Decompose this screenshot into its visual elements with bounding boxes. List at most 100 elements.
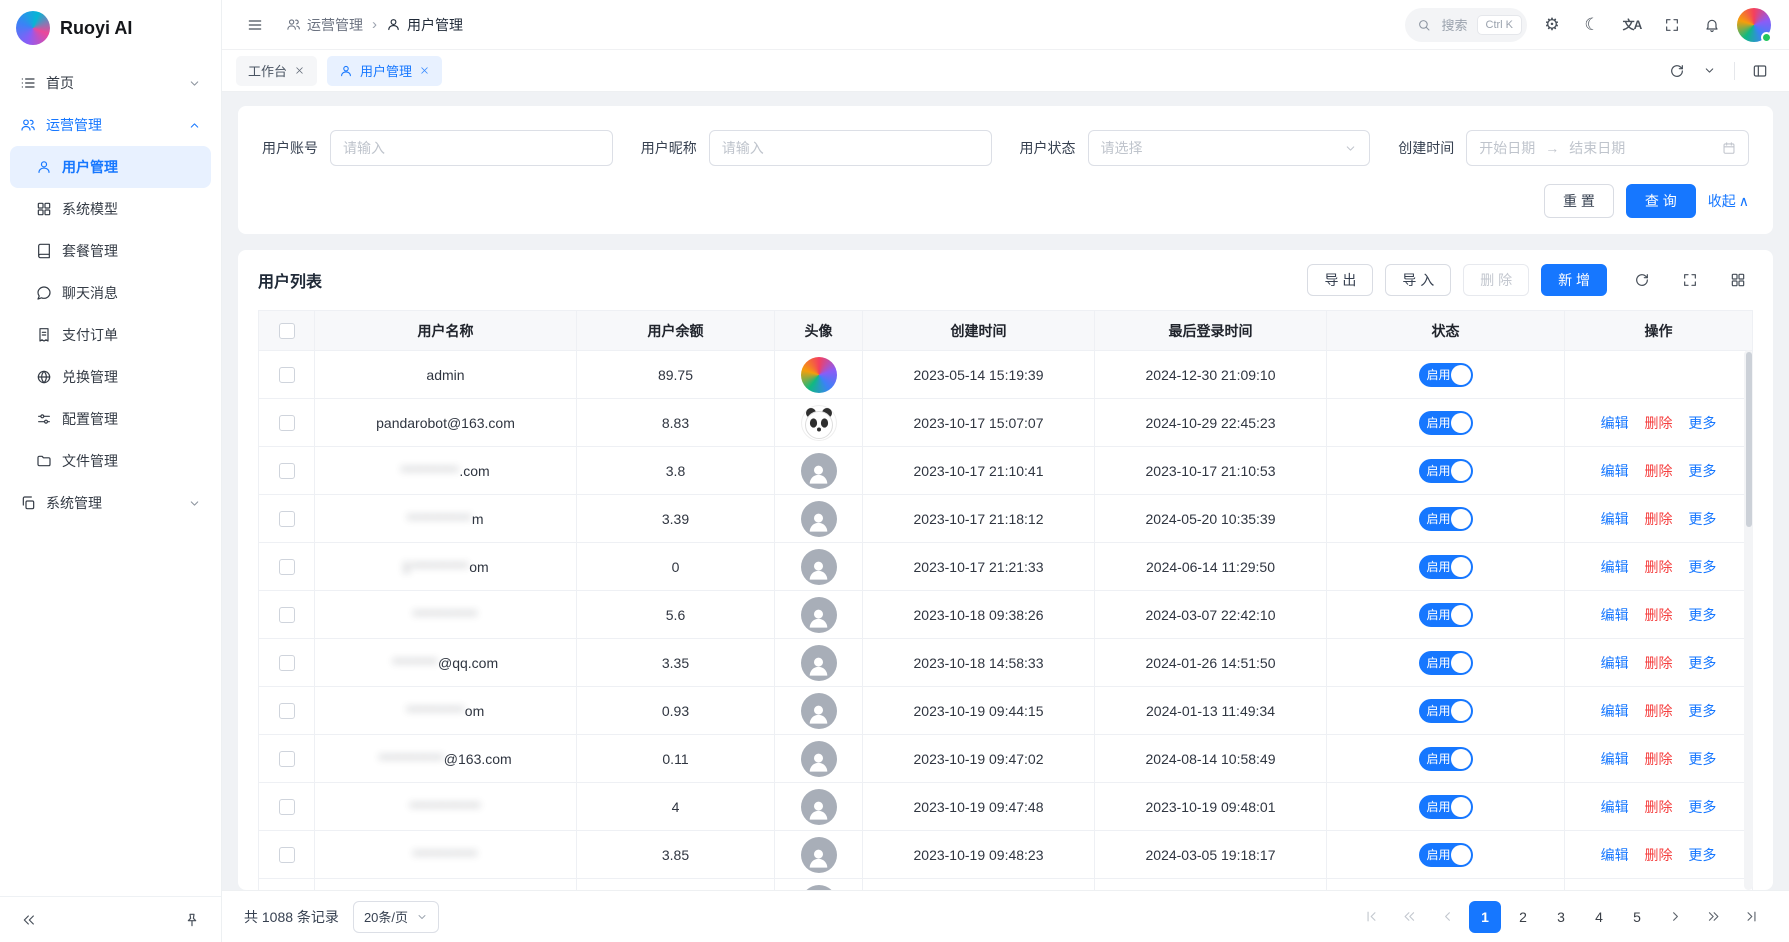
jump-forward-button[interactable]: [1697, 901, 1729, 933]
edit-link[interactable]: 编辑: [1601, 607, 1629, 623]
close-icon[interactable]: [294, 65, 305, 76]
sidebar-item-payment-orders[interactable]: 支付订单: [10, 314, 211, 356]
breadcrumb-item-users[interactable]: 用户管理: [386, 15, 463, 35]
sidebar-item-user-management[interactable]: 用户管理: [10, 146, 211, 188]
sidebar-item-config-management[interactable]: 配置管理: [10, 398, 211, 440]
delete-button[interactable]: 删 除: [1463, 264, 1529, 296]
status-toggle[interactable]: 启用: [1419, 363, 1473, 387]
collapse-filters-link[interactable]: 收起 ∧: [1708, 191, 1749, 211]
edit-link[interactable]: 编辑: [1601, 559, 1629, 575]
refresh-tab-button[interactable]: [1662, 56, 1692, 86]
page-button-4[interactable]: 4: [1583, 901, 1615, 933]
more-link[interactable]: 更多: [1688, 607, 1716, 623]
table-scrollbar[interactable]: [1744, 350, 1753, 890]
row-checkbox[interactable]: [279, 703, 295, 719]
date-range-picker[interactable]: 开始日期 → 结束日期: [1466, 130, 1749, 166]
sidebar-item-system-management[interactable]: 系统管理: [10, 482, 211, 524]
delete-link[interactable]: 删除: [1645, 751, 1673, 767]
status-toggle[interactable]: 启用: [1419, 507, 1473, 531]
export-button[interactable]: 导 出: [1307, 264, 1373, 296]
more-link[interactable]: 更多: [1688, 463, 1716, 479]
theme-toggle-button[interactable]: ☾: [1577, 10, 1607, 40]
status-toggle[interactable]: 启用: [1419, 651, 1473, 675]
reset-button[interactable]: 重 置: [1544, 184, 1614, 218]
page-button-1[interactable]: 1: [1469, 901, 1501, 933]
status-toggle[interactable]: 启用: [1419, 603, 1473, 627]
edit-link[interactable]: 编辑: [1601, 415, 1629, 431]
delete-link[interactable]: 删除: [1645, 847, 1673, 863]
row-checkbox[interactable]: [279, 463, 295, 479]
sidebar-item-operations[interactable]: 运营管理: [10, 104, 211, 146]
row-checkbox[interactable]: [279, 607, 295, 623]
status-toggle[interactable]: 启用: [1419, 699, 1473, 723]
fullscreen-button[interactable]: [1657, 10, 1687, 40]
status-toggle[interactable]: 启用: [1419, 795, 1473, 819]
scrollbar-thumb[interactable]: [1746, 352, 1752, 527]
select-all-checkbox[interactable]: [279, 323, 295, 339]
notifications-button[interactable]: [1697, 10, 1727, 40]
sidebar-item-system-model[interactable]: 系统模型: [10, 188, 211, 230]
page-button-5[interactable]: 5: [1621, 901, 1653, 933]
import-button[interactable]: 导 入: [1385, 264, 1451, 296]
global-search-input[interactable]: 搜索 Ctrl K: [1405, 8, 1527, 42]
language-button[interactable]: 文A: [1617, 10, 1647, 40]
pin-sidebar-button[interactable]: [177, 905, 207, 935]
more-link[interactable]: 更多: [1688, 847, 1716, 863]
delete-link[interactable]: 删除: [1645, 463, 1673, 479]
tab-workbench[interactable]: 工作台: [236, 56, 317, 86]
layout-panel-button[interactable]: [1745, 56, 1775, 86]
refresh-table-button[interactable]: [1627, 265, 1657, 295]
edit-link[interactable]: 编辑: [1601, 655, 1629, 671]
sidebar-item-exchange-management[interactable]: 兑换管理: [10, 356, 211, 398]
prev-page-button[interactable]: [1431, 901, 1463, 933]
delete-link[interactable]: 删除: [1645, 607, 1673, 623]
edit-link[interactable]: 编辑: [1601, 847, 1629, 863]
more-link[interactable]: 更多: [1688, 559, 1716, 575]
more-link[interactable]: 更多: [1688, 511, 1716, 527]
page-size-select[interactable]: 20条/页: [353, 901, 439, 933]
row-checkbox[interactable]: [279, 799, 295, 815]
collapse-sidebar-button[interactable]: [14, 905, 44, 935]
breadcrumb-item-operations[interactable]: 运营管理: [286, 15, 363, 35]
row-checkbox[interactable]: [279, 847, 295, 863]
sidebar-item-package-management[interactable]: 套餐管理: [10, 230, 211, 272]
account-input[interactable]: 请输入: [330, 130, 613, 166]
add-button[interactable]: 新 增: [1541, 264, 1607, 296]
jump-back-button[interactable]: [1393, 901, 1425, 933]
sidebar-item-chat-messages[interactable]: 聊天消息: [10, 272, 211, 314]
more-link[interactable]: 更多: [1688, 415, 1716, 431]
status-toggle[interactable]: 启用: [1419, 555, 1473, 579]
row-checkbox[interactable]: [279, 751, 295, 767]
row-checkbox[interactable]: [279, 559, 295, 575]
page-button-3[interactable]: 3: [1545, 901, 1577, 933]
delete-link[interactable]: 删除: [1645, 415, 1673, 431]
close-icon[interactable]: [419, 65, 430, 76]
user-avatar-menu[interactable]: [1737, 8, 1771, 42]
column-settings-button[interactable]: [1723, 265, 1753, 295]
more-link[interactable]: 更多: [1688, 751, 1716, 767]
tab-user-management[interactable]: 用户管理: [327, 56, 442, 86]
delete-link[interactable]: 删除: [1645, 559, 1673, 575]
nickname-input[interactable]: 请输入: [709, 130, 992, 166]
edit-link[interactable]: 编辑: [1601, 799, 1629, 815]
status-toggle[interactable]: 启用: [1419, 459, 1473, 483]
first-page-button[interactable]: [1355, 901, 1387, 933]
page-button-2[interactable]: 2: [1507, 901, 1539, 933]
tab-options-button[interactable]: [1694, 56, 1724, 86]
last-page-button[interactable]: [1735, 901, 1767, 933]
delete-link[interactable]: 删除: [1645, 511, 1673, 527]
row-checkbox[interactable]: [279, 367, 295, 383]
table-fullscreen-button[interactable]: [1675, 265, 1705, 295]
edit-link[interactable]: 编辑: [1601, 751, 1629, 767]
settings-button[interactable]: ⚙: [1537, 10, 1567, 40]
delete-link[interactable]: 删除: [1645, 655, 1673, 671]
status-toggle[interactable]: 启用: [1419, 747, 1473, 771]
status-toggle[interactable]: 启用: [1419, 411, 1473, 435]
row-checkbox[interactable]: [279, 511, 295, 527]
next-page-button[interactable]: [1659, 901, 1691, 933]
edit-link[interactable]: 编辑: [1601, 463, 1629, 479]
hamburger-menu-button[interactable]: [240, 10, 270, 40]
sidebar-item-file-management[interactable]: 文件管理: [10, 440, 211, 482]
sidebar-item-home[interactable]: 首页: [10, 62, 211, 104]
status-select[interactable]: 请选择: [1088, 130, 1371, 166]
